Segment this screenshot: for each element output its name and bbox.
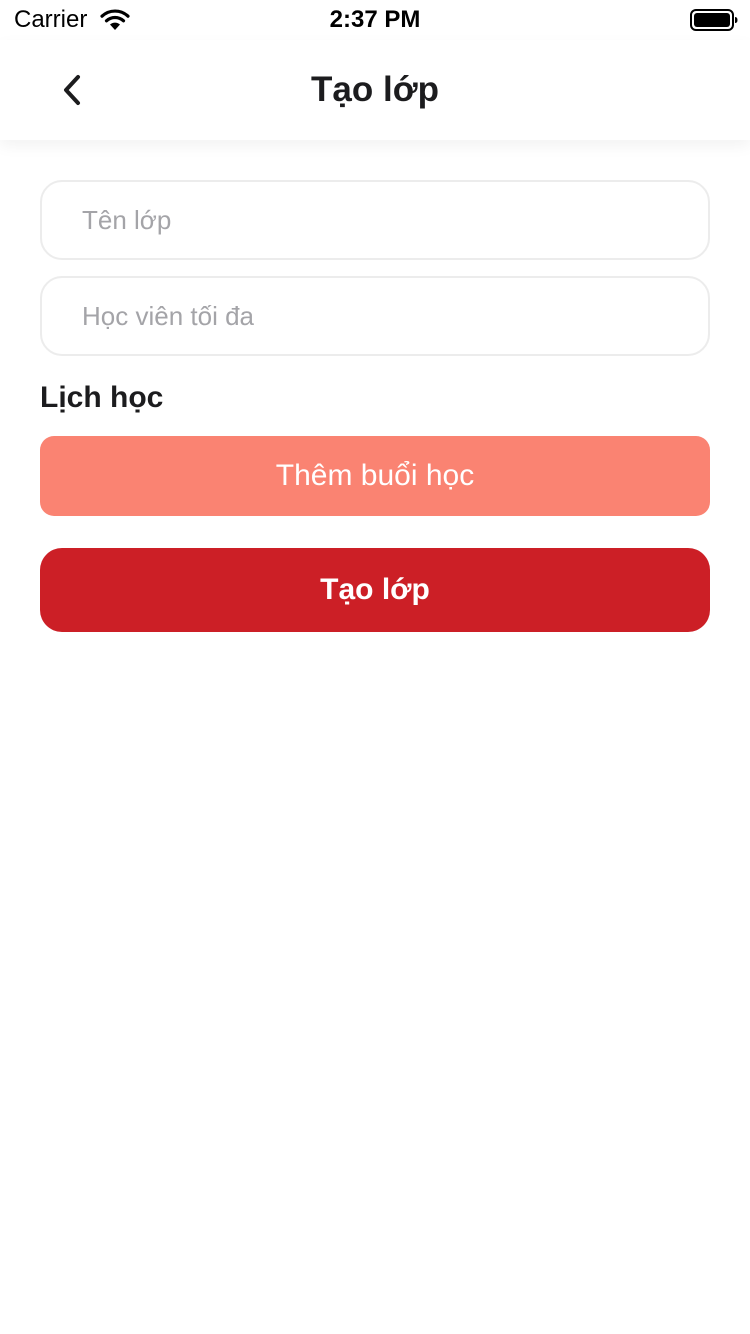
class-name-input[interactable] — [40, 180, 710, 260]
add-session-label: Thêm buổi học — [275, 459, 475, 492]
create-class-button[interactable]: Tạo lớp — [40, 548, 710, 632]
add-session-button[interactable]: Thêm buổi học — [40, 436, 710, 516]
create-class-label: Tạo lớp — [320, 573, 430, 606]
navigation-bar: Tạo lớp — [0, 40, 750, 140]
max-students-input[interactable] — [40, 276, 710, 356]
page-title: Tạo lớp — [311, 70, 439, 109]
status-time: 2:37 PM — [329, 6, 421, 33]
battery-icon — [690, 9, 738, 31]
status-bar: Carrier 2:37 PM — [0, 0, 750, 40]
schedule-label: Lịch học — [40, 381, 164, 414]
